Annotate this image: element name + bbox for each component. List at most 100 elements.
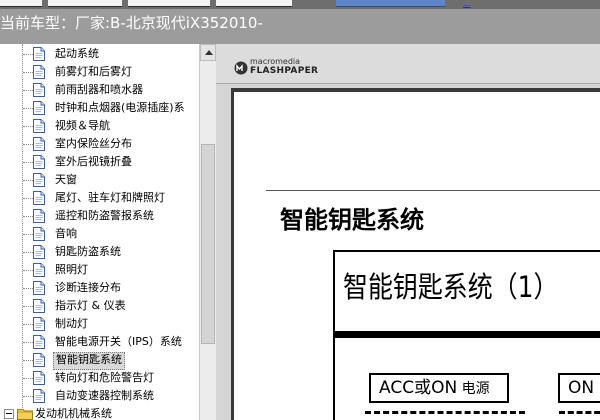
tree-item[interactable]: 自动变速器控制系统 [0, 387, 199, 405]
tree-item-label: 前雨刮器和喷水器 [55, 83, 143, 96]
page-divider [266, 190, 600, 191]
brand-line-1: macromedia [250, 57, 301, 66]
tree-item[interactable]: 前雨刮器和喷水器 [0, 81, 199, 99]
tree-item-label: 指示灯 & 仪表 [55, 299, 126, 312]
document-icon [33, 137, 45, 151]
tree-item[interactable]: 钥匙防盗系统 [0, 243, 199, 261]
diagram-bar [335, 331, 600, 338]
tree-item-label: 照明灯 [55, 263, 88, 276]
tree-connector [23, 198, 33, 199]
tree-scrollbar[interactable] [199, 44, 216, 420]
tree-connector [23, 324, 33, 325]
top-link[interactable]: ... [463, 0, 471, 8]
tree-connector [23, 126, 33, 127]
tree-item-label: 制动灯 [55, 317, 88, 330]
tree-connector [23, 54, 33, 55]
tree-item-label: 起动系统 [55, 47, 99, 60]
tree-item[interactable]: 智能钥匙系统 [0, 351, 199, 370]
tree-item[interactable]: 尾灯、驻车灯和牌照灯 [0, 189, 199, 207]
document-icon [33, 47, 45, 61]
tree-item-label: 自动变速器控制系统 [55, 389, 154, 402]
tree-item[interactable]: 智能电源开关（IPS）系统 [0, 333, 199, 351]
tree-item[interactable]: 室外后视镜折叠 [0, 153, 199, 171]
document-icon [33, 155, 45, 169]
document-icon [33, 101, 45, 115]
tree-item[interactable]: 起动系统 [0, 45, 199, 63]
flashpaper-toolbar: macromedia FLASHPAPER [216, 44, 600, 84]
tree-item-label: 智能电源开关（IPS）系统 [55, 335, 182, 348]
tree-item[interactable]: 指示灯 & 仪表 [0, 297, 199, 315]
tree-item-label: 音响 [55, 227, 77, 240]
tree-item[interactable]: 制动灯 [0, 315, 199, 333]
tree-connector [23, 144, 33, 145]
tree-connector [23, 270, 33, 271]
tree-item[interactable]: 遥控和防盗警报系统 [0, 207, 199, 225]
tree-item-label: 室内保险丝分布 [55, 137, 132, 150]
tree-item-label: 视频＆导航 [55, 119, 110, 132]
document-icon [33, 263, 45, 277]
document-icon [33, 191, 45, 205]
tree-item[interactable]: 室内保险丝分布 [0, 135, 199, 153]
diagram-title: 智能钥匙系统（1） [343, 270, 559, 304]
tree-item-label: 钥匙防盗系统 [55, 245, 121, 258]
tree-item[interactable]: 诊断连接分布 [0, 279, 199, 297]
tree-connector [23, 162, 33, 163]
tree-connector [23, 378, 33, 379]
document-icon [33, 83, 45, 97]
tree-item[interactable]: 照明灯 [0, 261, 199, 279]
document-icon [33, 335, 45, 349]
tree-item[interactable]: 前雾灯和后雾灯 [0, 63, 199, 81]
tree-connector [23, 234, 33, 235]
tree-folder-label: 发动机机械系统 [35, 407, 112, 420]
nav-button-3[interactable] [128, 0, 210, 7]
on-label: ON 电 [568, 378, 600, 398]
tree-connector [23, 306, 33, 307]
document-icon [33, 119, 45, 133]
acc-on-label: ACC或ON [379, 378, 458, 398]
nav-button-1[interactable] [0, 0, 42, 7]
document-icon [33, 299, 45, 313]
folder-icon [17, 409, 33, 420]
tree-item-label: 天窗 [55, 173, 77, 186]
tree-folder-engine-mechanical[interactable]: 发动机机械系统 [0, 405, 199, 420]
tree-item-label: 诊断连接分布 [55, 281, 121, 294]
document-icon [33, 389, 45, 403]
on-power-box: ON 电 [558, 373, 600, 403]
nav-button-2[interactable] [48, 0, 122, 7]
document-icon [33, 65, 45, 79]
tree-item-label: 尾灯、驻车灯和牌照灯 [55, 191, 165, 204]
scroll-up-icon[interactable] [200, 44, 216, 61]
tree-item[interactable]: 转向灯和危险警告灯 [0, 369, 199, 387]
tree-item[interactable]: 天窗 [0, 171, 199, 189]
document-icon [33, 281, 45, 295]
tree-item-label: 室外后视镜折叠 [55, 155, 132, 168]
tree-connector [23, 90, 33, 91]
acc-on-power-box: ACC或ON 电源 [369, 373, 509, 403]
document-icon [33, 353, 45, 367]
tree-item[interactable]: 时钟和点烟器(电源插座)系 [0, 99, 199, 117]
diagram-panel: 智能钥匙系统（1） ACC或ON 电源 ON 电 [333, 250, 600, 420]
tree-connector [23, 72, 33, 73]
document-icon [33, 209, 45, 223]
tree-item[interactable]: 视频＆导航 [0, 117, 199, 135]
document-icon [33, 173, 45, 187]
current-vehicle-title: 当前车型：厂家:B-北京现代iX352010- [0, 14, 263, 32]
tree-item-label: 转向灯和危险警告灯 [55, 371, 154, 384]
tree-connector [23, 396, 33, 397]
tree-item-label: 智能钥匙系统 [53, 352, 125, 370]
nav-button-4[interactable] [216, 0, 292, 7]
tree-connector [23, 360, 33, 361]
document-icon [33, 245, 45, 259]
tree-connector [23, 108, 33, 109]
scroll-thumb[interactable] [201, 144, 215, 344]
tree-item[interactable]: 音响 [0, 225, 199, 243]
nav-button-active[interactable] [336, 0, 445, 7]
dashed-line-1 [365, 411, 525, 414]
document-icon [33, 317, 45, 331]
top-button-strip: ... [0, 0, 600, 9]
dashed-line-2 [559, 411, 600, 414]
document-icon [33, 227, 45, 241]
document-icon [33, 371, 45, 385]
collapse-icon[interactable] [4, 409, 14, 419]
tree-connector [23, 288, 33, 289]
